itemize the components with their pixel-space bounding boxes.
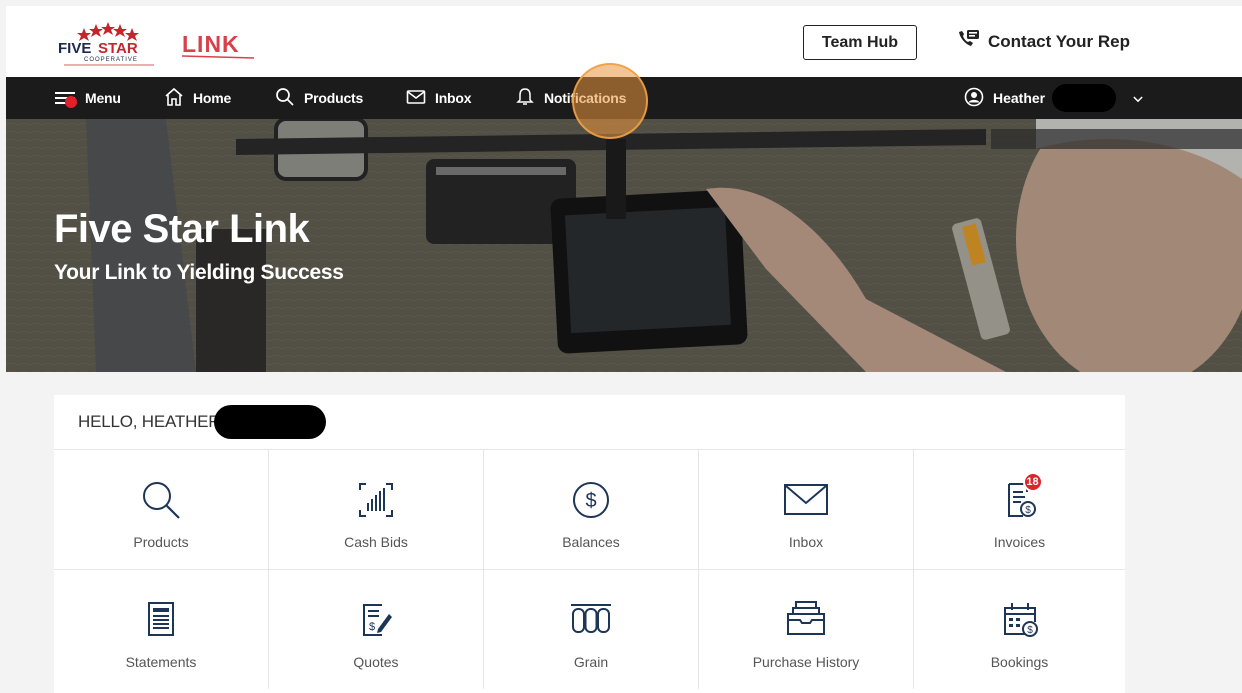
nav-notifications[interactable]: Notifications [515, 77, 626, 119]
greeting-text: HELLO, HEATHER [78, 412, 221, 431]
home-icon [164, 87, 184, 110]
statement-icon [137, 596, 185, 644]
envelope-icon [782, 476, 830, 524]
search-icon [137, 476, 185, 524]
nav-home-label: Home [193, 90, 232, 106]
calendar-dollar-icon: $ [996, 596, 1044, 644]
redaction-mask [214, 405, 327, 439]
notification-dot [65, 96, 77, 108]
user-circle-icon [964, 87, 984, 110]
nav-inbox[interactable]: Inbox [406, 77, 472, 119]
svg-text:$: $ [1025, 505, 1031, 516]
tile-balances[interactable]: $ Balances [484, 449, 699, 569]
tile-inbox[interactable]: Inbox [699, 449, 914, 569]
nav-menu[interactable]: Menu [54, 77, 121, 119]
chevron-down-icon [1133, 90, 1143, 106]
tile-label: Purchase History [752, 654, 860, 670]
hero-title: Five Star Link [54, 207, 310, 251]
contact-rep-link[interactable]: Contact Your Rep [956, 29, 1130, 56]
tile-label: Cash Bids [344, 534, 408, 550]
quote-icon: $ [352, 596, 400, 644]
tile-label: Balances [562, 534, 620, 550]
svg-text:FIVE: FIVE [58, 40, 91, 57]
tile-quotes[interactable]: $ Quotes [269, 569, 484, 689]
tile-label: Inbox [788, 534, 824, 550]
nav-products[interactable]: Products [275, 77, 363, 119]
tile-statements[interactable]: Statements [54, 569, 269, 689]
hero-subtitle: Your Link to Yielding Success [54, 261, 344, 284]
nav-products-label: Products [304, 90, 364, 106]
svg-text:$: $ [585, 490, 596, 512]
tile-invoices[interactable]: $ 18 Invoices [914, 449, 1125, 569]
hamburger-icon [54, 88, 77, 108]
main-nav: Menu Home Products Inbox Notifications H… [6, 77, 1242, 119]
contact-rep-label: Contact Your Rep [988, 32, 1130, 51]
barcode-chart-icon [352, 476, 400, 524]
nav-notifications-label: Notifications [544, 90, 627, 106]
phone-chat-icon [956, 29, 980, 56]
envelope-icon [406, 87, 426, 110]
tile-label: Quotes [353, 654, 399, 670]
top-header: FIVE STAR COOPERATIVE LINK Team Hub Cont… [6, 6, 1242, 77]
team-hub-button[interactable]: Team Hub [803, 25, 917, 60]
tile-label: Bookings [990, 654, 1049, 670]
tile-cash-bids[interactable]: Cash Bids [269, 449, 484, 569]
tile-bookings[interactable]: $ Bookings [914, 569, 1125, 689]
nav-inbox-label: Inbox [435, 90, 472, 106]
hero-banner: Five Star Link Your Link to Yielding Suc… [6, 119, 1242, 372]
archive-box-icon [782, 596, 830, 644]
user-menu[interactable]: Heather [964, 77, 1143, 119]
search-icon [275, 87, 295, 110]
tile-grain[interactable]: Grain [484, 569, 699, 689]
dashboard-card: HELLO, HEATHER Products Cash Bids $ Bala… [54, 395, 1125, 693]
nav-menu-label: Menu [85, 90, 121, 106]
invoice-count-badge: 18 [1022, 472, 1043, 492]
bell-icon [515, 87, 535, 110]
greeting: HELLO, HEATHER [78, 405, 327, 439]
svg-text:LINK: LINK [182, 31, 240, 57]
invoice-icon: $ 18 [996, 472, 1044, 524]
svg-text:STAR: STAR [98, 40, 138, 57]
tile-label: Grain [573, 654, 609, 670]
dollar-circle-icon: $ [567, 476, 615, 524]
user-name: Heather [993, 90, 1046, 106]
nav-home[interactable]: Home [164, 77, 231, 119]
tile-purchase-history[interactable]: Purchase History [699, 569, 914, 689]
tile-label: Products [133, 534, 189, 550]
fivestar-link-logo[interactable]: FIVE STAR COOPERATIVE LINK [54, 16, 264, 66]
tile-label: Statements [125, 654, 197, 670]
svg-text:$: $ [369, 621, 375, 633]
tile-products[interactable]: Products [54, 449, 269, 569]
redaction-mask [1052, 84, 1117, 112]
svg-text:$: $ [1027, 625, 1033, 636]
grain-bin-icon [567, 596, 615, 644]
svg-text:COOPERATIVE: COOPERATIVE [84, 57, 138, 63]
tile-label: Invoices [993, 534, 1046, 550]
